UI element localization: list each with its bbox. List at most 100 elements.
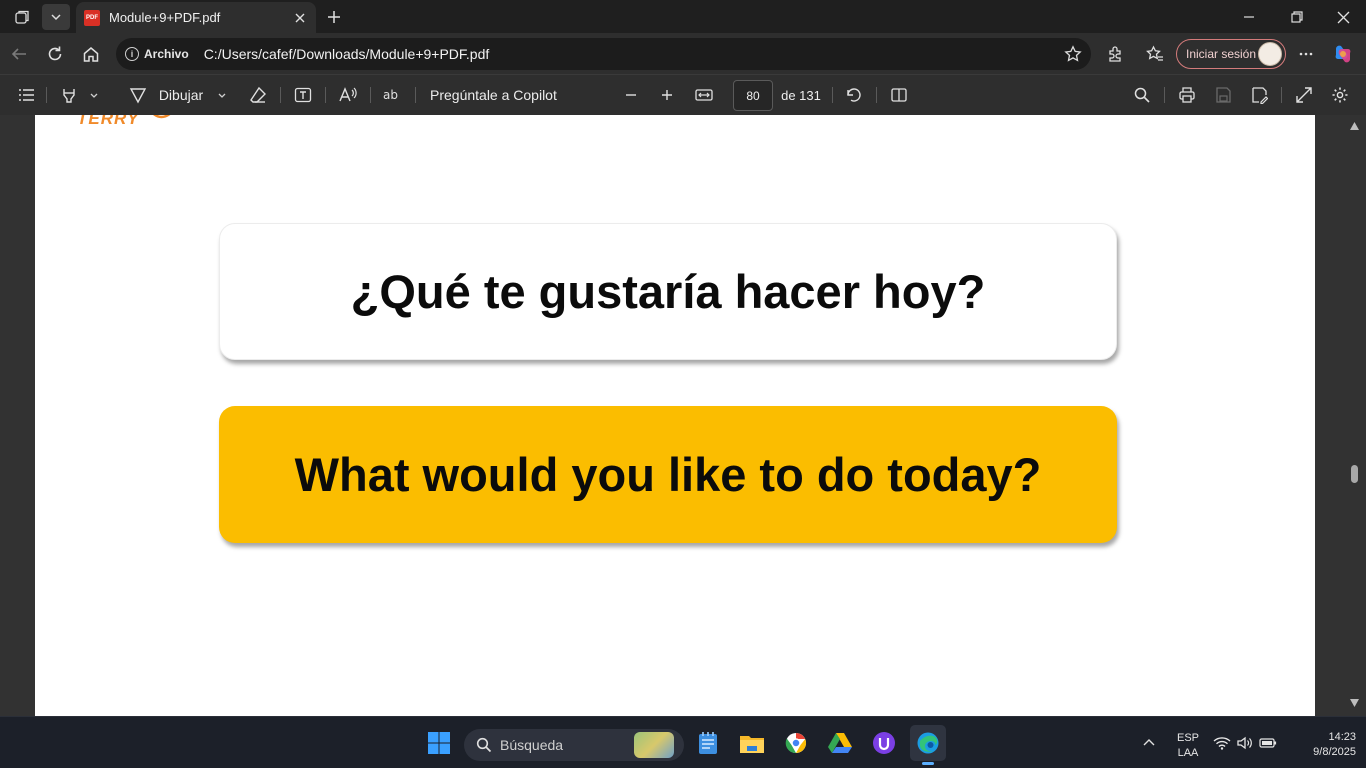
google-drive-icon[interactable] bbox=[822, 725, 858, 761]
rotate-icon[interactable] bbox=[842, 83, 866, 107]
draw-label: Dibujar bbox=[158, 87, 204, 103]
signin-label: Iniciar sesión bbox=[1186, 47, 1257, 61]
purple-app-icon[interactable] bbox=[866, 725, 902, 761]
search-placeholder: Búsqueda bbox=[500, 737, 564, 753]
save-as-icon[interactable] bbox=[1247, 83, 1271, 107]
toolbar-divider bbox=[370, 87, 371, 103]
highlight-icon[interactable] bbox=[58, 83, 80, 107]
clock-time: 14:23 bbox=[1328, 731, 1356, 743]
url-text[interactable]: C:/Users/cafef/Downloads/Module+9+PDF.pd… bbox=[204, 46, 1064, 62]
ask-copilot-label: Pregúntale a Copilot bbox=[430, 87, 557, 103]
pdf-viewer[interactable]: TERRY ¿Qué te gustaría hacer hoy? What w… bbox=[0, 115, 1366, 716]
clock[interactable]: 14:23 9/8/2025 bbox=[1290, 730, 1356, 760]
scroll-down-arrow-icon[interactable] bbox=[1350, 699, 1359, 707]
tab-close-icon[interactable] bbox=[290, 8, 310, 28]
system-tray-status[interactable] bbox=[1210, 725, 1280, 761]
active-app-indicator bbox=[922, 762, 934, 765]
search-icon bbox=[476, 737, 492, 753]
toolbar-divider bbox=[325, 87, 326, 103]
signin-button[interactable]: Iniciar sesión bbox=[1176, 39, 1286, 69]
toolbar-divider bbox=[876, 87, 877, 103]
home-icon[interactable] bbox=[76, 39, 106, 69]
fullscreen-expand-icon[interactable] bbox=[1292, 83, 1316, 107]
address-bar: i Archivo C:/Users/cafef/Downloads/Modul… bbox=[0, 33, 1366, 74]
translate-icon[interactable]: ab bbox=[381, 83, 405, 107]
read-aloud-icon[interactable] bbox=[336, 83, 360, 107]
logo-arc-icon bbox=[153, 115, 171, 119]
zoom-in-icon[interactable] bbox=[656, 83, 678, 107]
battery-icon bbox=[1259, 738, 1277, 748]
taskbar-search-box[interactable]: Búsqueda bbox=[464, 729, 684, 761]
copilot-icon[interactable] bbox=[1328, 39, 1358, 69]
toolbar-divider bbox=[832, 87, 833, 103]
spanish-prompt-card: ¿Qué te gustaría hacer hoy? bbox=[219, 223, 1117, 360]
avatar bbox=[1258, 42, 1282, 66]
language-code: ESP bbox=[1176, 732, 1199, 744]
tab-active[interactable]: PDF Module+9+PDF.pdf bbox=[76, 2, 316, 33]
fit-width-icon[interactable] bbox=[692, 83, 716, 107]
wifi-icon bbox=[1213, 737, 1231, 750]
tab-actions-chevron-down-icon[interactable] bbox=[42, 4, 70, 30]
toolbar-divider bbox=[1164, 87, 1165, 103]
spanish-prompt-text: ¿Qué te gustaría hacer hoy? bbox=[350, 265, 986, 318]
favorites-icon[interactable] bbox=[1140, 39, 1170, 69]
start-windows-icon[interactable] bbox=[421, 725, 457, 761]
minimize-icon[interactable] bbox=[1236, 4, 1262, 30]
notepad-app-icon[interactable] bbox=[690, 725, 726, 761]
workspaces-icon[interactable] bbox=[8, 4, 36, 30]
title-bar: PDF Module+9+PDF.pdf bbox=[0, 0, 1366, 33]
pdf-file-icon: PDF bbox=[84, 9, 100, 26]
scrollbar-thumb[interactable] bbox=[1351, 465, 1358, 483]
volume-icon bbox=[1237, 736, 1252, 750]
scroll-up-arrow-icon[interactable] bbox=[1350, 122, 1359, 130]
add-text-icon[interactable] bbox=[291, 83, 315, 107]
page-view-icon[interactable] bbox=[887, 83, 911, 107]
page-number-input[interactable]: 80 bbox=[733, 80, 773, 111]
favorite-star-icon[interactable] bbox=[1064, 45, 1082, 63]
info-icon[interactable]: i bbox=[125, 47, 139, 61]
refresh-icon[interactable] bbox=[40, 39, 70, 69]
settings-gear-icon[interactable] bbox=[1328, 83, 1352, 107]
file-explorer-folder-icon[interactable] bbox=[734, 725, 770, 761]
tray-chevron-up-icon[interactable] bbox=[1134, 725, 1164, 761]
clock-date: 9/8/2025 bbox=[1313, 746, 1356, 758]
draw-pen-icon[interactable] bbox=[126, 83, 150, 107]
tab-title: Module+9+PDF.pdf bbox=[109, 10, 221, 25]
toolbar-divider bbox=[46, 87, 47, 103]
english-prompt-card: What would you like to do today? bbox=[219, 406, 1117, 543]
close-window-icon[interactable] bbox=[1330, 4, 1356, 30]
back-arrow-icon[interactable] bbox=[4, 39, 34, 69]
taskbar: Búsqueda ESP LAA 14:23 9/8/2025 bbox=[0, 716, 1366, 768]
print-icon[interactable] bbox=[1175, 83, 1199, 107]
toolbar-divider bbox=[415, 87, 416, 103]
more-menu-icon[interactable] bbox=[1291, 39, 1321, 69]
draw-chevron-down-icon[interactable] bbox=[214, 83, 230, 107]
draw-button[interactable]: Dibujar bbox=[156, 83, 206, 107]
zoom-out-icon[interactable] bbox=[620, 83, 642, 107]
extensions-icon[interactable] bbox=[1100, 39, 1130, 69]
ask-copilot-button[interactable]: Pregúntale a Copilot bbox=[430, 83, 562, 107]
find-search-icon[interactable] bbox=[1130, 83, 1154, 107]
page-total: de 131 bbox=[780, 83, 822, 107]
vertical-scrollbar[interactable] bbox=[1343, 115, 1366, 716]
pdf-toolbar: Dibujar ab Pregúntale a Copilot 80 de 13… bbox=[0, 74, 1366, 115]
keyboard-language-indicator[interactable]: ESP LAA bbox=[1172, 731, 1204, 761]
eraser-icon[interactable] bbox=[246, 83, 270, 107]
new-tab-plus-icon[interactable] bbox=[320, 4, 348, 30]
toolbar-divider bbox=[1281, 87, 1282, 103]
google-chrome-icon[interactable] bbox=[778, 725, 814, 761]
page-total-label: de 131 bbox=[781, 87, 821, 103]
search-highlight-image bbox=[634, 732, 674, 758]
url-field[interactable]: i Archivo C:/Users/cafef/Downloads/Modul… bbox=[116, 38, 1091, 70]
edge-browser-icon[interactable] bbox=[910, 725, 946, 765]
site-security-label[interactable]: Archivo bbox=[144, 47, 189, 61]
pdf-page: TERRY ¿Qué te gustaría hacer hoy? What w… bbox=[35, 115, 1315, 716]
highlight-chevron-down-icon[interactable] bbox=[86, 83, 102, 107]
toolbar-divider bbox=[280, 87, 281, 103]
logo-text: TERRY bbox=[77, 115, 140, 128]
contents-list-icon[interactable] bbox=[16, 83, 38, 107]
restore-icon[interactable] bbox=[1284, 4, 1310, 30]
svg-text:ab: ab bbox=[383, 88, 398, 102]
save-icon[interactable] bbox=[1211, 83, 1235, 107]
keyboard-layout-code: LAA bbox=[1177, 747, 1199, 759]
